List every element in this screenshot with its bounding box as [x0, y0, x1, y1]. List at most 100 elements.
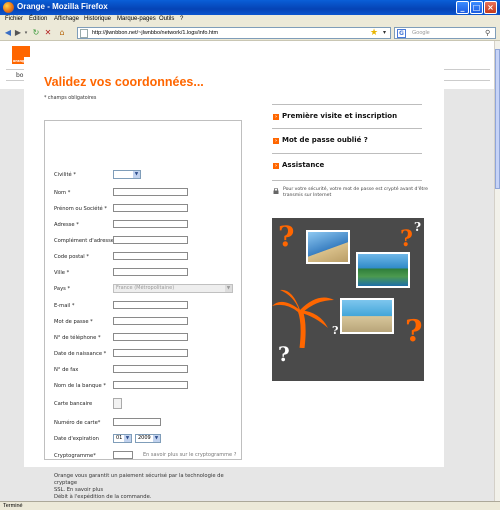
label-expiration: Date d'expiration — [54, 436, 99, 442]
required-note: * champs obligatoires — [44, 96, 97, 101]
label-nom: Nom * — [54, 190, 71, 196]
url-dropdown-icon[interactable]: ▾ — [383, 29, 386, 36]
search-box[interactable]: G Google ⚲ — [394, 27, 496, 39]
label-numero-carte: Numéro de carte* — [54, 420, 101, 426]
card-type-icon[interactable] — [113, 398, 122, 409]
chevron-down-icon: ▼ — [124, 435, 131, 442]
ville-field[interactable] — [113, 268, 188, 276]
nom-field[interactable] — [113, 188, 188, 196]
menu-fichier[interactable]: Fichier — [5, 16, 23, 22]
lock-icon — [273, 188, 279, 194]
menu-historique[interactable]: Historique — [84, 16, 111, 22]
question-mark-icon: ? — [400, 226, 413, 252]
bank-field[interactable] — [113, 381, 188, 389]
label-complement: Complément d'adresse — [54, 238, 114, 244]
label-telephone: N° de téléphone * — [54, 335, 101, 341]
expiry-year-select[interactable]: 2009 ▼ — [135, 434, 161, 443]
label-civilite: Civilité * — [54, 172, 76, 178]
first-visit-link[interactable]: › Première visite et inscription — [273, 112, 397, 120]
question-mark-icon: ? — [414, 220, 422, 234]
bookmark-star-icon[interactable]: ★ — [370, 28, 378, 38]
chevron-down-icon: ▼ — [153, 435, 160, 442]
label-mot-de-passe: Mot de passe * — [54, 319, 93, 325]
window-title-bar: Orange - Mozilla Firefox _ □ × — [0, 0, 500, 15]
card-number-field[interactable] — [113, 418, 161, 426]
question-mark-icon: ? — [278, 220, 295, 253]
reload-icon[interactable]: ↻ — [30, 27, 42, 39]
telephone-field[interactable] — [113, 333, 188, 341]
label-carte: Carte bancaire — [54, 401, 93, 407]
label-ville: Ville * — [54, 270, 70, 276]
promo-image[interactable]: ? ? ? ? ? ? — [272, 218, 424, 381]
url-text: http://jlwnbbon.net/~jlwnbbo/network/1.l… — [92, 30, 219, 36]
cvv-field[interactable] — [113, 451, 133, 459]
menu-marque-pages[interactable]: Marque-pages — [117, 16, 156, 22]
forgot-password-link[interactable]: › Mot de passe oublié ? — [273, 136, 368, 144]
history-dropdown-icon[interactable]: ▾ — [23, 27, 29, 39]
forward-icon[interactable]: ▶ — [13, 27, 23, 39]
window-title: Orange - Mozilla Firefox — [17, 2, 108, 11]
label-code-postal: Code postal * — [54, 254, 89, 260]
assistance-link[interactable]: › Assistance — [273, 161, 324, 169]
divider — [272, 104, 422, 105]
firefox-icon — [3, 2, 14, 13]
beach-photo — [306, 230, 350, 264]
back-icon[interactable]: ◀ — [3, 27, 13, 39]
divider — [272, 180, 422, 181]
maximize-button[interactable]: □ — [470, 1, 483, 14]
code-postal-field[interactable] — [113, 252, 188, 260]
arrow-right-icon: › — [273, 163, 279, 169]
label-banque: Nom de la banque * — [54, 383, 106, 389]
birthdate-field[interactable] — [113, 349, 188, 357]
label-fax: N° de fax — [54, 367, 79, 373]
complement-field[interactable] — [113, 236, 188, 244]
chevron-down-icon: ▼ — [133, 171, 140, 178]
menu-bar: Fichier Édition Affichage Historique Mar… — [0, 15, 500, 25]
chevron-down-icon: ▼ — [225, 285, 232, 292]
page-title: Validez vos coordonnées... — [44, 75, 204, 89]
navigation-toolbar: ◀ ▶ ▾ ↻ ✕ ⌂ http://jlwnbbon.net/~jlwnbbo… — [0, 25, 500, 41]
prenom-field[interactable] — [113, 204, 188, 212]
divider — [272, 153, 422, 154]
address-bar[interactable]: http://jlwnbbon.net/~jlwnbbo/network/1.l… — [77, 27, 391, 39]
ssl-info-link[interactable]: SSL. En savoir plus — [54, 487, 239, 494]
password-field[interactable] — [113, 317, 188, 325]
fax-field[interactable] — [113, 365, 188, 373]
civilite-select[interactable]: ▼ — [113, 170, 141, 179]
security-note: Pour votre sécurité, votre mot de passe … — [283, 187, 428, 198]
menu-affichage[interactable]: Affichage — [54, 16, 79, 22]
pays-select[interactable]: France (Métropolitaine) ▼ — [113, 284, 233, 293]
adresse-field[interactable] — [113, 220, 188, 228]
question-mark-icon: ? — [405, 314, 423, 349]
palm-tree-icon — [272, 289, 334, 348]
google-icon[interactable]: G — [397, 29, 406, 38]
search-placeholder: Google — [412, 30, 430, 36]
status-text: Terminé — [3, 503, 23, 509]
arrow-right-icon: › — [273, 138, 279, 144]
page-icon — [80, 29, 88, 38]
menu-edition[interactable]: Édition — [29, 16, 47, 22]
email-field[interactable] — [113, 301, 188, 309]
stop-icon[interactable]: ✕ — [42, 27, 54, 39]
label-adresse: Adresse * — [54, 222, 79, 228]
close-button[interactable]: × — [484, 1, 497, 14]
divider — [272, 128, 422, 129]
home-icon[interactable]: ⌂ — [56, 27, 68, 39]
cvv-help-link[interactable]: En savoir plus sur le cryptogramme ? — [143, 452, 236, 458]
secure-payment-text: Orange vous garantit un paiement sécuris… — [54, 473, 239, 501]
expiry-month-select[interactable]: 01 ▼ — [113, 434, 132, 443]
scrollbar-thumb[interactable] — [495, 49, 500, 189]
label-email: E-mail * — [54, 303, 75, 309]
minimize-button[interactable]: _ — [456, 1, 469, 14]
menu-help[interactable]: ? — [180, 16, 183, 22]
vertical-scrollbar[interactable] — [494, 41, 500, 501]
island-photo — [356, 252, 410, 288]
arrow-right-icon: › — [273, 114, 279, 120]
label-cryptogramme: Cryptogramme* — [54, 453, 96, 459]
label-naissance: Date de naissance * — [54, 351, 107, 357]
search-icon[interactable]: ⚲ — [485, 29, 490, 37]
menu-outils[interactable]: Outils — [159, 16, 174, 22]
resort-photo — [340, 298, 394, 334]
status-bar: Terminé — [0, 501, 500, 510]
label-prenom: Prénom ou Société * — [54, 206, 107, 212]
